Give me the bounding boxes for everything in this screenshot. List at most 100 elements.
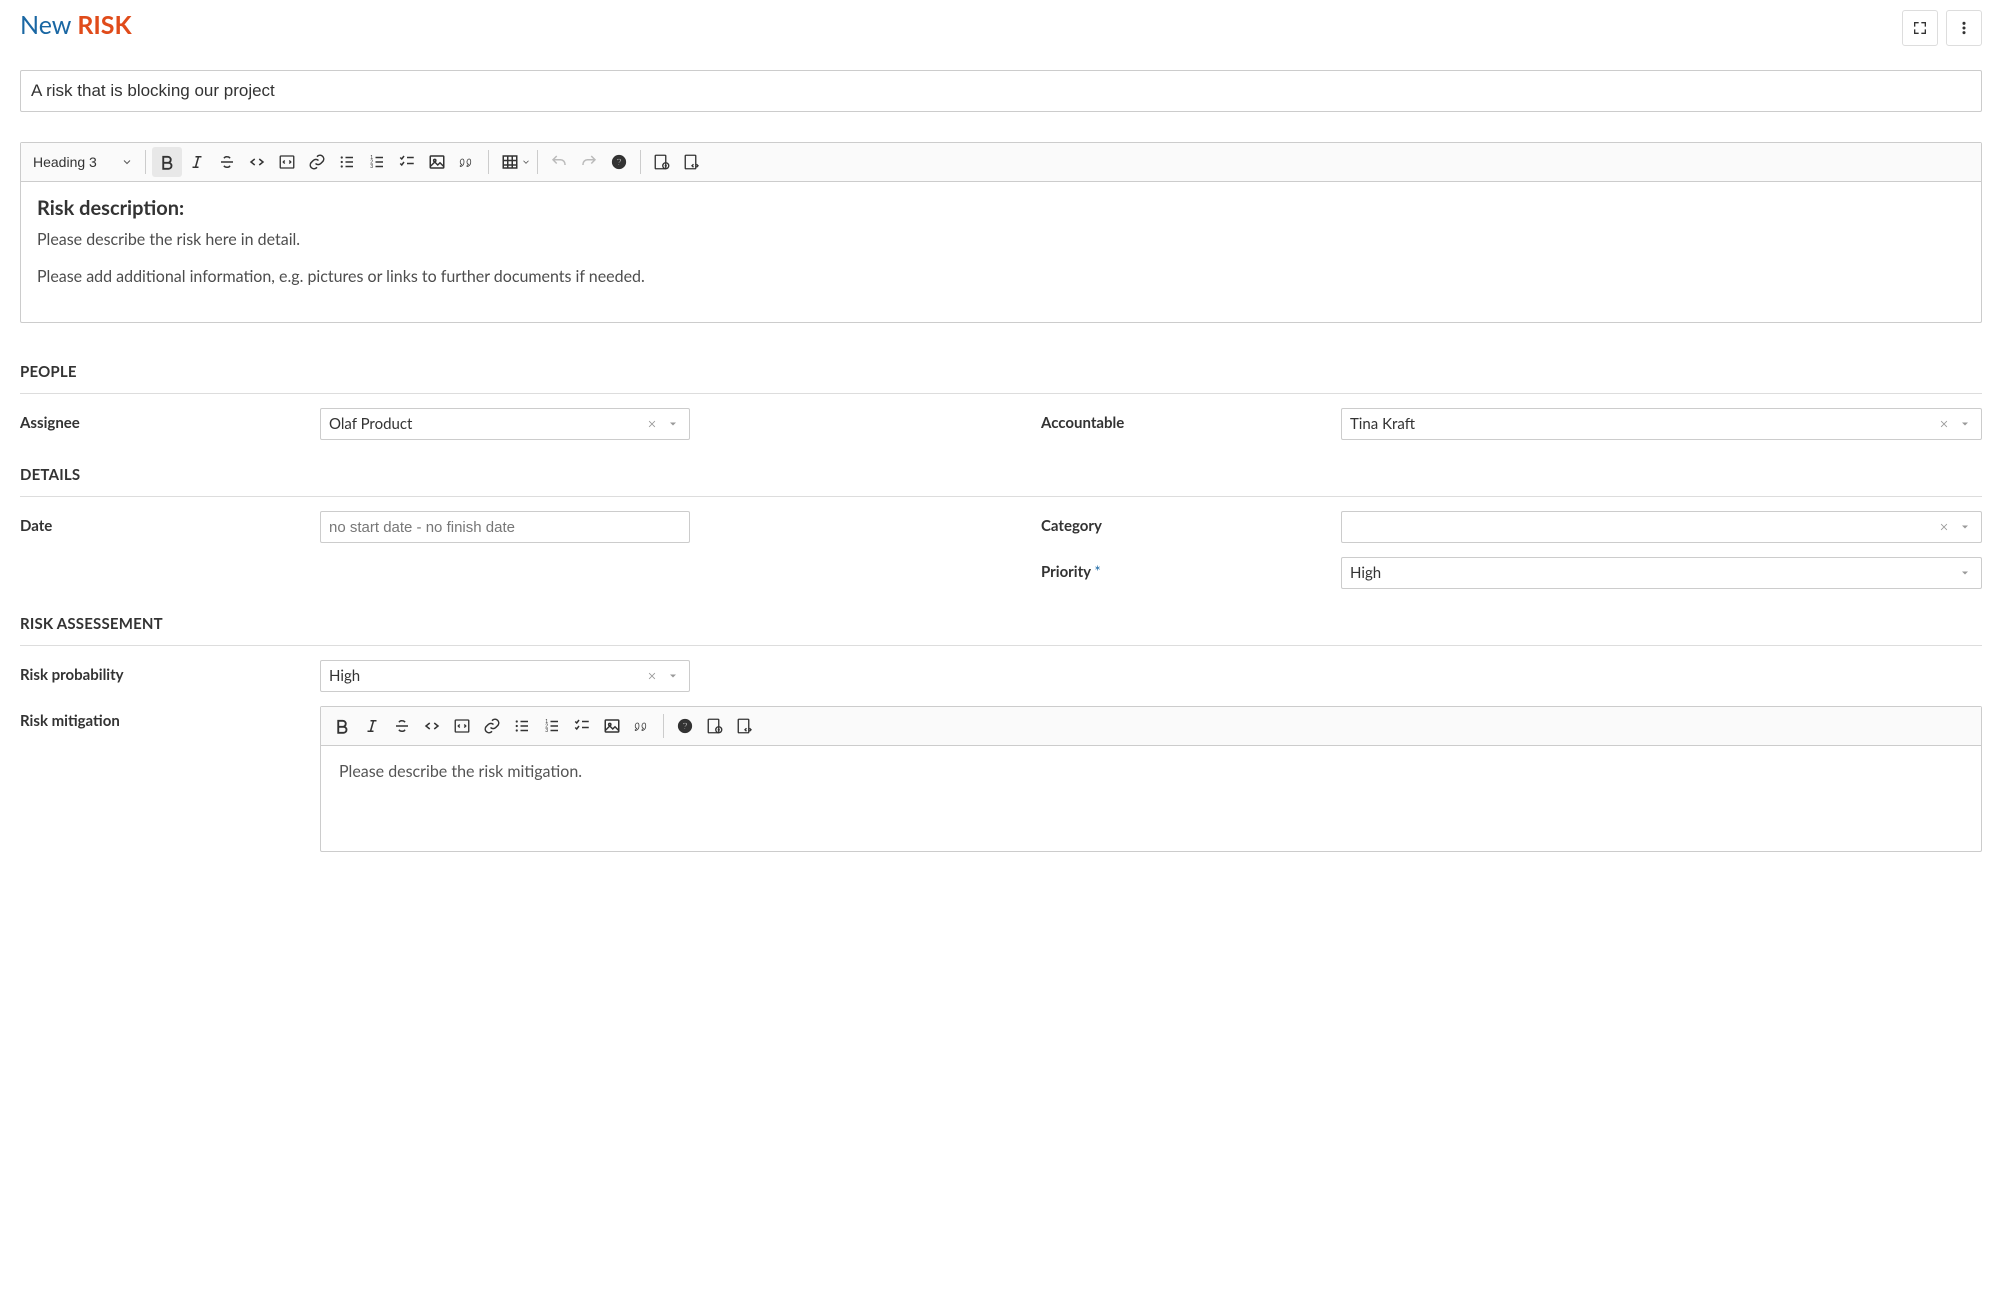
- category-select[interactable]: [1341, 511, 1982, 543]
- strikethrough-button[interactable]: [212, 147, 242, 177]
- image-button[interactable]: [422, 147, 452, 177]
- assignee-label: Assignee: [20, 408, 320, 432]
- todo-list-button[interactable]: [392, 147, 422, 177]
- help-icon: ?: [610, 153, 628, 171]
- assignee-value: Olaf Product: [329, 415, 641, 433]
- editor-content[interactable]: Please describe the risk mitigation.: [321, 746, 1981, 851]
- preview-icon: [705, 717, 725, 735]
- priority-select[interactable]: High: [1341, 557, 1982, 589]
- source-button[interactable]: [677, 147, 707, 177]
- link-button[interactable]: [477, 711, 507, 741]
- numbered-list-button[interactable]: 123: [537, 711, 567, 741]
- section-header-people: PEOPLE: [20, 363, 1982, 394]
- chevron-down-icon[interactable]: [1955, 521, 1973, 533]
- required-star: *: [1094, 563, 1100, 581]
- clear-icon[interactable]: [641, 419, 663, 429]
- accountable-value: Tina Kraft: [1350, 415, 1933, 433]
- kebab-icon: [1956, 20, 1972, 36]
- italic-button[interactable]: [357, 711, 387, 741]
- inline-code-button[interactable]: [242, 147, 272, 177]
- editor-content[interactable]: Risk description: Please describe the ri…: [21, 182, 1981, 322]
- undo-button[interactable]: [544, 147, 574, 177]
- content-paragraph: Please add additional information, e.g. …: [37, 267, 1965, 286]
- page-title: New RISK: [20, 10, 132, 40]
- table-icon: [501, 153, 519, 171]
- priority-label: Priority *: [1041, 557, 1341, 581]
- clear-icon[interactable]: [1933, 419, 1955, 429]
- heading-select[interactable]: Heading 3: [27, 147, 137, 177]
- clear-icon[interactable]: [1933, 522, 1955, 532]
- numbered-list-button[interactable]: 123: [362, 147, 392, 177]
- image-button[interactable]: [597, 711, 627, 741]
- redo-button[interactable]: [574, 147, 604, 177]
- work-package-title-input[interactable]: [20, 70, 1982, 112]
- date-input[interactable]: [320, 511, 690, 543]
- chevron-down-icon[interactable]: [1955, 567, 1973, 579]
- toolbar-divider: [488, 150, 489, 174]
- svg-text:?: ?: [682, 721, 688, 731]
- bold-button[interactable]: [327, 711, 357, 741]
- help-button[interactable]: ?: [604, 147, 634, 177]
- accountable-select[interactable]: Tina Kraft: [1341, 408, 1982, 440]
- toolbar-divider: [663, 714, 664, 738]
- help-button[interactable]: ?: [670, 711, 700, 741]
- priority-value: High: [1350, 564, 1955, 582]
- bullet-list-icon: [338, 153, 356, 171]
- link-button[interactable]: [302, 147, 332, 177]
- expand-icon: [1912, 20, 1928, 36]
- help-icon: ?: [676, 717, 694, 735]
- svg-text:3: 3: [370, 164, 373, 170]
- risk-probability-select[interactable]: High: [320, 660, 690, 692]
- category-label: Category: [1041, 511, 1341, 535]
- svg-text:?: ?: [616, 157, 622, 167]
- source-icon: [735, 717, 755, 735]
- mitigation-editor: 123 ? Please describe the risk mitigatio…: [320, 706, 1982, 852]
- risk-probability-label: Risk probability: [20, 660, 320, 684]
- quote-icon: [458, 153, 476, 171]
- quote-button[interactable]: [627, 711, 657, 741]
- risk-mitigation-label: Risk mitigation: [20, 706, 320, 730]
- italic-icon: [363, 717, 381, 735]
- editor-toolbar: Heading 3 123 ?: [21, 143, 1981, 182]
- content-paragraph: Please describe the risk here in detail.: [37, 230, 1965, 249]
- italic-icon: [188, 153, 206, 171]
- preview-icon: [652, 153, 672, 171]
- chevron-down-icon: [521, 157, 531, 167]
- strikethrough-button[interactable]: [387, 711, 417, 741]
- risk-probability-value: High: [329, 667, 641, 685]
- mitigation-placeholder: Please describe the risk mitigation.: [339, 762, 1963, 781]
- source-icon: [682, 153, 702, 171]
- chevron-down-icon[interactable]: [1955, 418, 1973, 430]
- preview-button[interactable]: [700, 711, 730, 741]
- link-icon: [308, 153, 326, 171]
- chevron-down-icon[interactable]: [663, 418, 681, 430]
- inline-code-button[interactable]: [417, 711, 447, 741]
- editor-toolbar: 123 ?: [321, 707, 1981, 746]
- code-block-button[interactable]: [272, 147, 302, 177]
- more-actions-button[interactable]: [1946, 10, 1982, 46]
- chevron-down-icon[interactable]: [663, 670, 681, 682]
- code-block-icon: [278, 153, 296, 171]
- preview-button[interactable]: [647, 147, 677, 177]
- quote-icon: [633, 717, 651, 735]
- source-button[interactable]: [730, 711, 760, 741]
- bold-button[interactable]: [152, 147, 182, 177]
- section-header-risk: RISK ASSESSEMENT: [20, 615, 1982, 646]
- fullscreen-button[interactable]: [1902, 10, 1938, 46]
- code-icon: [423, 717, 441, 735]
- italic-button[interactable]: [182, 147, 212, 177]
- svg-text:3: 3: [545, 728, 548, 734]
- numbered-list-icon: 123: [368, 153, 386, 171]
- strikethrough-icon: [218, 153, 236, 171]
- bullet-list-button[interactable]: [507, 711, 537, 741]
- accountable-label: Accountable: [1041, 408, 1341, 432]
- code-block-button[interactable]: [447, 711, 477, 741]
- redo-icon: [580, 153, 598, 171]
- bullet-list-button[interactable]: [332, 147, 362, 177]
- bold-icon: [158, 153, 176, 171]
- todo-list-button[interactable]: [567, 711, 597, 741]
- assignee-select[interactable]: Olaf Product: [320, 408, 690, 440]
- clear-icon[interactable]: [641, 671, 663, 681]
- title-prefix: New: [20, 10, 71, 40]
- quote-button[interactable]: [452, 147, 482, 177]
